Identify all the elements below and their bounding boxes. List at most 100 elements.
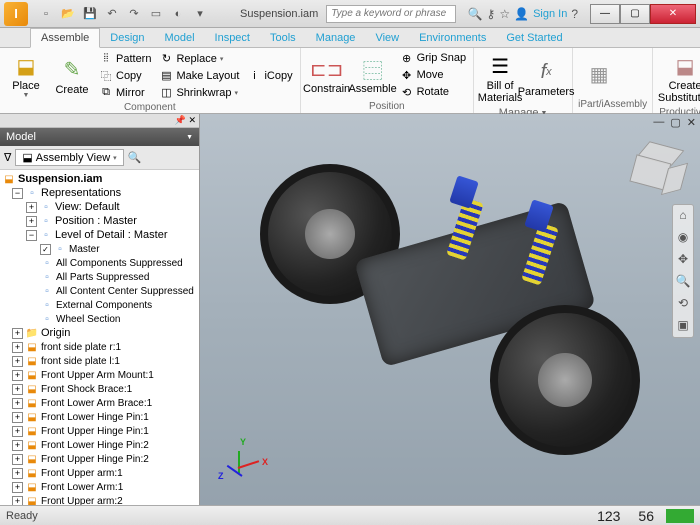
tree-root[interactable]: ⬓Suspension.iam — [0, 172, 199, 186]
panel-ipart: ▦ iPart/iAssembly — [573, 48, 653, 113]
tab-design[interactable]: Design — [100, 29, 154, 47]
tree-position[interactable]: +▫Position : Master — [0, 214, 199, 228]
pan-icon[interactable]: ✥ — [675, 252, 691, 268]
bom-button[interactable]: ☰Bill of Materials — [478, 50, 522, 106]
tab-inspect[interactable]: Inspect — [205, 29, 260, 47]
maximize-button[interactable]: ▢ — [620, 4, 650, 24]
ribbon-tabs: AssembleDesignModelInspectToolsManageVie… — [0, 28, 700, 48]
binoculars-icon[interactable]: 🔍 — [128, 151, 142, 164]
open-icon[interactable]: 📂 — [58, 4, 78, 24]
wheel-icon[interactable]: ◉ — [675, 230, 691, 246]
signin-link[interactable]: Sign In — [533, 8, 567, 20]
redo-icon[interactable]: ↷ — [124, 4, 144, 24]
icopy-button[interactable]: iiCopy — [244, 68, 295, 84]
tree-part[interactable]: +⬓Front Lower Hinge Pin:2 — [0, 438, 199, 452]
ribbon: ⬓Place▼ ✎Create ⦙⦙Pattern ⿻Copy ⧉Mirror … — [0, 48, 700, 114]
tab-assemble[interactable]: Assemble — [30, 28, 100, 48]
tab-view[interactable]: View — [365, 29, 409, 47]
rotate-button[interactable]: ⟲Rotate — [397, 84, 470, 100]
status-indicator — [666, 509, 694, 523]
constrain-button[interactable]: ⊏⊐Constrain — [305, 50, 349, 100]
createsub-button[interactable]: ⬓Create Substitutes — [657, 50, 700, 106]
help-icon[interactable]: ? — [571, 7, 578, 21]
lookat-icon[interactable]: ▣ — [675, 318, 691, 334]
tree-lod-item[interactable]: ✓▫Master — [0, 242, 199, 256]
binoculars-icon[interactable]: 🔍 — [468, 7, 483, 21]
tree-part[interactable]: +⬓Front Upper Arm Mount:1 — [0, 368, 199, 382]
user-icon[interactable]: 👤 — [514, 7, 529, 21]
parameters-button[interactable]: fxParameters — [524, 50, 568, 106]
panel-component: ⬓Place▼ ✎Create ⦙⦙Pattern ⿻Copy ⧉Mirror … — [0, 48, 301, 113]
tab-model[interactable]: Model — [155, 29, 205, 47]
tree-origin[interactable]: +📁Origin — [0, 326, 199, 340]
copy-button[interactable]: ⿻Copy — [96, 68, 154, 84]
replace-button[interactable]: ↻Replace ▾ — [156, 51, 242, 67]
zoom-icon[interactable]: 🔍 — [675, 274, 691, 290]
browser-header[interactable]: Model▼ — [0, 128, 199, 146]
tree-lod-item[interactable]: ▫All Parts Suppressed — [0, 270, 199, 284]
select-icon[interactable]: ▭ — [146, 4, 166, 24]
title-bar: I ▫ 📂 💾 ↶ ↷ ▭ ◐ ▾ Suspension.iam 🔍 ⚷ ☆ 👤… — [0, 0, 700, 28]
ipart-button[interactable]: ▦ — [577, 50, 621, 98]
coordinate-triad: Y X Z — [218, 437, 268, 487]
tree-part[interactable]: +⬓Front Lower Arm:1 — [0, 480, 199, 494]
pattern-button[interactable]: ⦙⦙Pattern — [96, 51, 154, 67]
search-input[interactable] — [326, 5, 456, 23]
gripsnap-button[interactable]: ⊕Grip Snap — [397, 50, 470, 66]
new-icon[interactable]: ▫ — [36, 4, 56, 24]
tab-environments[interactable]: Environments — [409, 29, 496, 47]
tree-part[interactable]: +⬓Front Upper arm:1 — [0, 466, 199, 480]
create-button[interactable]: ✎Create — [50, 50, 94, 101]
status-number-2: 56 — [632, 508, 660, 524]
model-render — [250, 144, 640, 465]
tree-lod[interactable]: −▫Level of Detail : Master — [0, 228, 199, 242]
filter-icon[interactable]: ∇ — [4, 151, 11, 164]
navigation-bar: ⌂ ◉ ✥ 🔍 ⟲ ▣ — [672, 204, 694, 338]
tree-view[interactable]: +▫View: Default — [0, 200, 199, 214]
browser-pin-icon[interactable]: 📌 ✕ — [175, 115, 196, 126]
appearance-icon[interactable]: ◐ — [168, 4, 188, 24]
viewport-window-controls[interactable]: —▢✕ — [653, 116, 696, 129]
key-icon[interactable]: ⚷ — [487, 7, 496, 21]
minimize-button[interactable]: — — [590, 4, 620, 24]
document-title: Suspension.iam — [240, 8, 318, 20]
wheel-right — [490, 305, 640, 455]
assemble-button[interactable]: ⿳Assemble — [351, 50, 395, 100]
tree-part[interactable]: +⬓Front Upper Hinge Pin:1 — [0, 424, 199, 438]
quick-access-toolbar: ▫ 📂 💾 ↶ ↷ ▭ ◐ ▾ — [36, 4, 210, 24]
makelayout-button[interactable]: ▤Make Layout — [156, 68, 242, 84]
close-button[interactable]: ✕ — [650, 4, 696, 24]
panel-productivity: ⬓Create Substitutes Productivity — [653, 48, 700, 113]
save-icon[interactable]: 💾 — [80, 4, 100, 24]
move-button[interactable]: ✥Move — [397, 67, 470, 83]
tree-lod-item[interactable]: ▫Wheel Section — [0, 312, 199, 326]
panel-position: ⊏⊐Constrain ⿳Assemble ⊕Grip Snap ✥Move ⟲… — [301, 48, 475, 113]
tree-part[interactable]: +⬓Front Upper arm:2 — [0, 494, 199, 505]
app-icon[interactable]: I — [4, 2, 28, 26]
tree-part[interactable]: +⬓Front Lower Arm Brace:1 — [0, 396, 199, 410]
assembly-view-toggle[interactable]: ⬓Assembly View▾ — [15, 149, 123, 166]
tree-representations[interactable]: −▫Representations — [0, 186, 199, 200]
tree-part[interactable]: +⬓front side plate l:1 — [0, 354, 199, 368]
viewport-3d[interactable]: —▢✕ ⌂ ◉ ✥ 🔍 ⟲ ▣ Y X Z — [200, 114, 700, 505]
tree-part[interactable]: +⬓front side plate r:1 — [0, 340, 199, 354]
tab-get-started[interactable]: Get Started — [496, 29, 572, 47]
shrinkwrap-button[interactable]: ◫Shrinkwrap ▾ — [156, 85, 242, 101]
tree-lod-item[interactable]: ▫All Components Suppressed — [0, 256, 199, 270]
tree-lod-item[interactable]: ▫External Components — [0, 298, 199, 312]
tab-manage[interactable]: Manage — [306, 29, 366, 47]
mirror-button[interactable]: ⧉Mirror — [96, 85, 154, 101]
dropdown-icon[interactable]: ▾ — [190, 4, 210, 24]
undo-icon[interactable]: ↶ — [102, 4, 122, 24]
tree-part[interactable]: +⬓Front Lower Hinge Pin:1 — [0, 410, 199, 424]
orbit-icon[interactable]: ⟲ — [675, 296, 691, 312]
panel-manage: ☰Bill of Materials fxParameters Manage ▼ — [474, 48, 573, 113]
model-tree: ⬓Suspension.iam −▫Representations +▫View… — [0, 170, 199, 505]
home-icon[interactable]: ⌂ — [675, 208, 691, 224]
tree-part[interactable]: +⬓Front Shock Brace:1 — [0, 382, 199, 396]
star-icon[interactable]: ☆ — [499, 7, 510, 21]
place-button[interactable]: ⬓Place▼ — [4, 50, 48, 101]
tree-part[interactable]: +⬓Front Upper Hinge Pin:2 — [0, 452, 199, 466]
tree-lod-item[interactable]: ▫All Content Center Suppressed — [0, 284, 199, 298]
tab-tools[interactable]: Tools — [260, 29, 306, 47]
